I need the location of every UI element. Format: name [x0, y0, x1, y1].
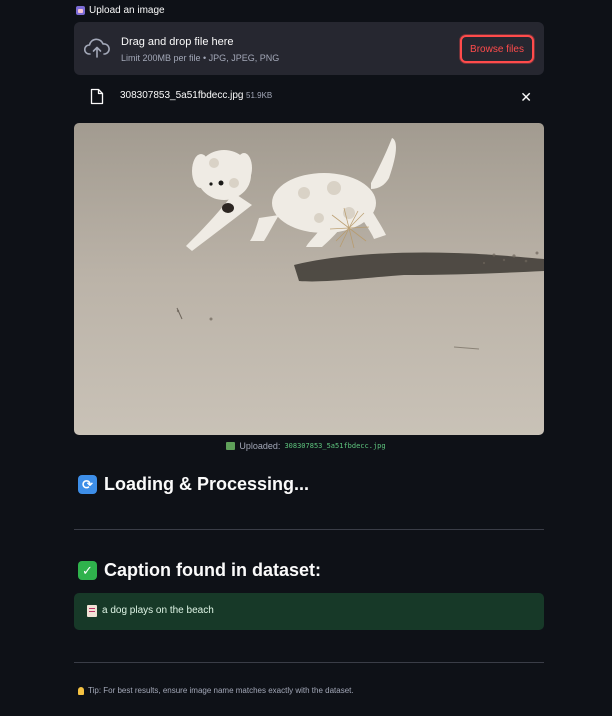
dropzone-title: Drag and drop file here	[121, 36, 234, 48]
uploader-label: Upload an image	[76, 5, 165, 16]
browse-files-button[interactable]: Browse files	[460, 35, 534, 63]
caption-title: Caption found in dataset:	[104, 560, 321, 580]
divider	[74, 662, 544, 663]
uploaded-image	[74, 123, 544, 435]
caption-text: a dog plays on the beach	[102, 605, 214, 616]
uploaded-caption: Uploaded: 308307853_5a51fbdecc.jpg	[0, 441, 612, 451]
file-dropzone[interactable]: Drag and drop file here Limit 200MB per …	[74, 22, 544, 75]
file-icon	[90, 88, 104, 105]
image-icon	[226, 442, 236, 450]
picture-label-icon	[76, 6, 85, 15]
cloud-upload-icon	[84, 38, 110, 58]
file-size: 51.9KB	[246, 91, 273, 100]
lightbulb-icon	[78, 686, 84, 695]
caption-success-box: a dog plays on the beach	[74, 593, 544, 630]
check-icon: ✓	[78, 561, 97, 580]
tip-line: Tip: For best results, ensure image name…	[78, 686, 354, 695]
uploaded-file-row: 308307853_5a51fbdecc.jpg 51.9KB ✕	[74, 86, 544, 108]
uploaded-caption-filename: 308307853_5a51fbdecc.jpg	[284, 442, 386, 450]
dog-on-beach-image	[74, 123, 544, 435]
uploaded-caption-prefix: Uploaded:	[239, 441, 281, 451]
memo-icon	[87, 605, 97, 617]
loading-title: Loading & Processing...	[104, 474, 310, 494]
loading-heading: ⟳ Loading & Processing...	[78, 474, 309, 495]
uploader-label-text: Upload an image	[89, 5, 165, 16]
close-icon[interactable]: ✕	[520, 89, 532, 106]
refresh-icon: ⟳	[78, 475, 97, 494]
dropzone-limit: Limit 200MB per file • JPG, JPEG, PNG	[121, 53, 280, 63]
divider	[74, 529, 544, 530]
caption-heading: ✓ Caption found in dataset:	[78, 560, 321, 581]
tip-text: Tip: For best results, ensure image name…	[88, 686, 354, 695]
file-name: 308307853_5a51fbdecc.jpg	[120, 90, 244, 101]
